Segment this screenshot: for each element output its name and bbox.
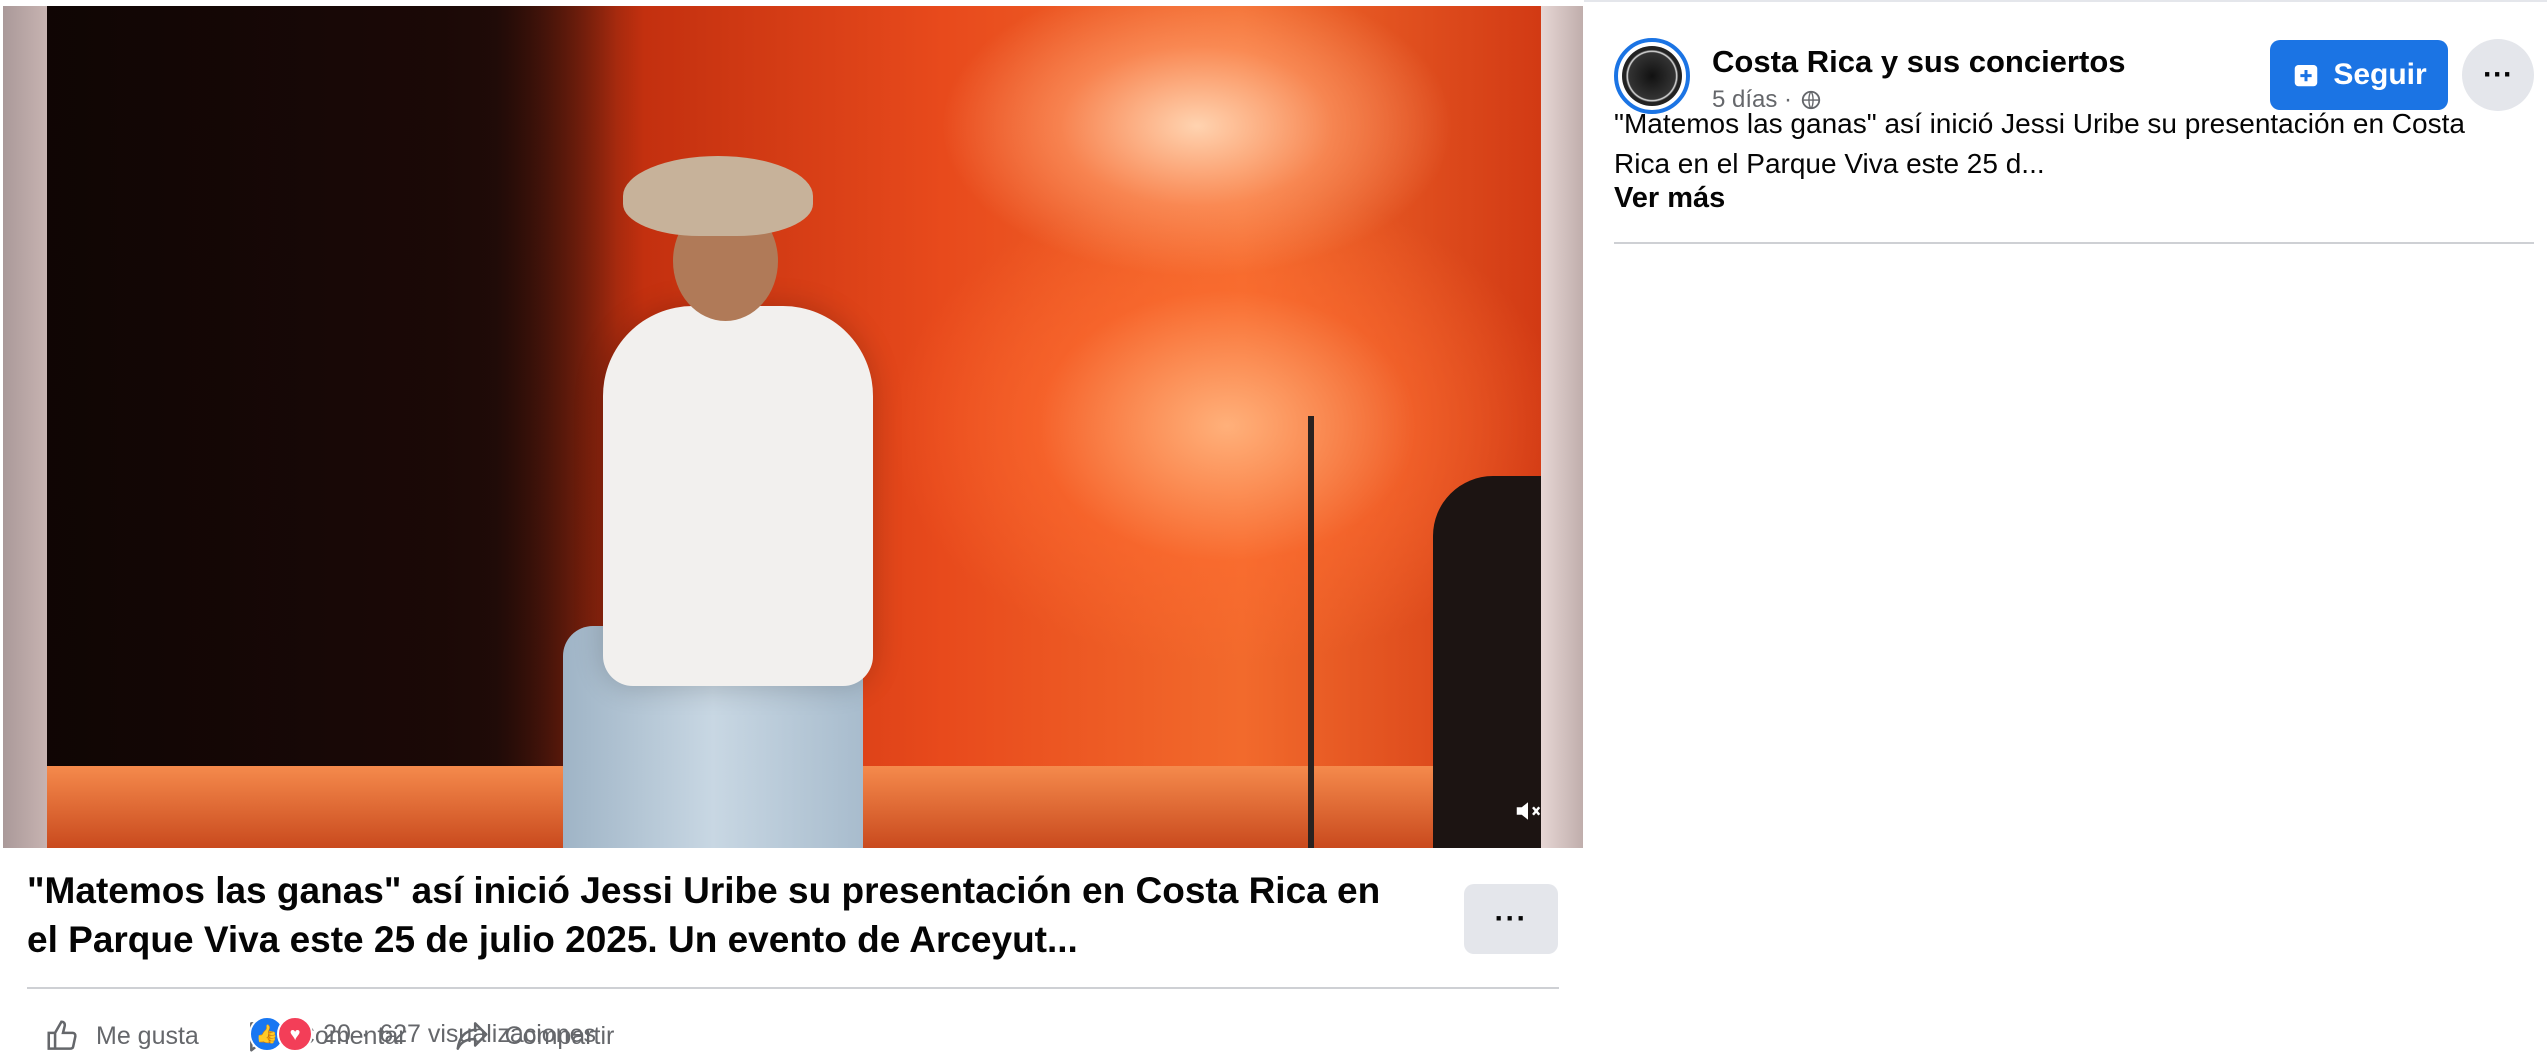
video-letterbox-left: [3, 6, 47, 848]
avatar[interactable]: [1614, 38, 1690, 114]
post-more-button[interactable]: ···: [1464, 884, 1558, 954]
more-options-button[interactable]: ···: [2462, 39, 2534, 111]
post-sidebar: Costa Rica y sus conciertos 5 días · Seg…: [1584, 0, 2547, 1049]
video-letterbox-right: [1541, 6, 1583, 848]
page-name[interactable]: Costa Rica y sus conciertos: [1712, 44, 2126, 80]
like-button[interactable]: Me gusta: [44, 1016, 199, 1056]
follow-label: Seguir: [2333, 58, 2427, 91]
view-count: 627 visualizaciones: [379, 1019, 596, 1048]
stats-separator: ·: [360, 1019, 370, 1048]
performer: [603, 306, 873, 686]
cowboy-hat: [623, 156, 813, 236]
follow-icon: [2295, 65, 2318, 87]
like-label: Me gusta: [96, 1021, 199, 1050]
like-icon: [47, 1020, 77, 1050]
reaction-count[interactable]: 20: [323, 1020, 351, 1049]
divider: [1614, 242, 2534, 244]
see-more-link[interactable]: Ver más: [1614, 182, 1725, 215]
guitarist: [1433, 476, 1541, 848]
divider: [27, 987, 1559, 989]
post-description: "Matemos las ganas" así inició Jessi Uri…: [1614, 108, 2465, 179]
video-player[interactable]: [3, 6, 1583, 848]
mic-stand: [1308, 416, 1314, 848]
mute-icon[interactable]: [1513, 796, 1543, 826]
video-post-area: "Matemos las ganas" así inició Jessi Uri…: [0, 0, 1584, 1052]
page-logo-icon: [1622, 46, 1682, 106]
post-title: "Matemos las ganas" así inició Jessi Uri…: [27, 870, 1381, 960]
follow-button[interactable]: Seguir: [2270, 40, 2448, 110]
